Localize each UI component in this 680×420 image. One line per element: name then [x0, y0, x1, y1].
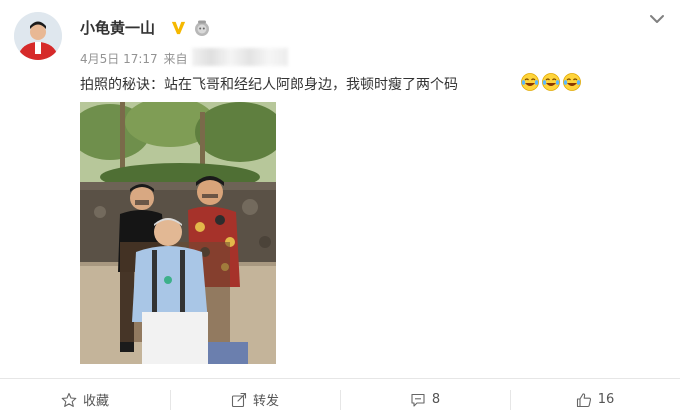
username[interactable]: 小龟黄一山 [80, 17, 155, 38]
laughing-tears-emoji [542, 73, 560, 91]
action-bar: 收藏 转发 8 16 [0, 379, 680, 420]
emoji-group [520, 72, 583, 94]
repost-label: 转发 [252, 394, 279, 409]
share-icon [231, 392, 247, 407]
favorite-label: 收藏 [82, 394, 109, 409]
repost-button[interactable]: 转发 [170, 379, 340, 420]
comment-button[interactable]: 8 [340, 379, 510, 420]
blurred-source [192, 48, 288, 66]
like-button[interactable]: 16 [510, 379, 680, 420]
avatar-image [14, 12, 62, 60]
verified-badge-icon [171, 21, 186, 35]
thumbs-up-icon [576, 392, 591, 407]
post-meta: 4月5日 17:17 来自 [80, 50, 188, 67]
favorite-button[interactable]: 收藏 [0, 379, 170, 420]
post-time[interactable]: 17:17 [123, 52, 158, 66]
laughing-tears-emoji [563, 73, 581, 91]
photo-image [80, 102, 276, 364]
post-photo[interactable] [80, 102, 276, 364]
post-text: 拍照的秘诀：站在飞哥和经纪人阿郎身边，我顿时瘦了两个码 [80, 77, 458, 93]
vip-badge-icon [195, 20, 209, 36]
post-date[interactable]: 4月5日 [80, 52, 119, 66]
star-icon [61, 392, 77, 407]
comment-icon [411, 393, 425, 407]
chevron-down-icon[interactable] [648, 11, 666, 27]
comment-count: 8 [431, 392, 441, 407]
avatar[interactable] [14, 12, 62, 60]
like-count: 16 [597, 392, 615, 407]
post-source-prefix: 来自 [163, 52, 188, 66]
laughing-tears-emoji [521, 73, 539, 91]
